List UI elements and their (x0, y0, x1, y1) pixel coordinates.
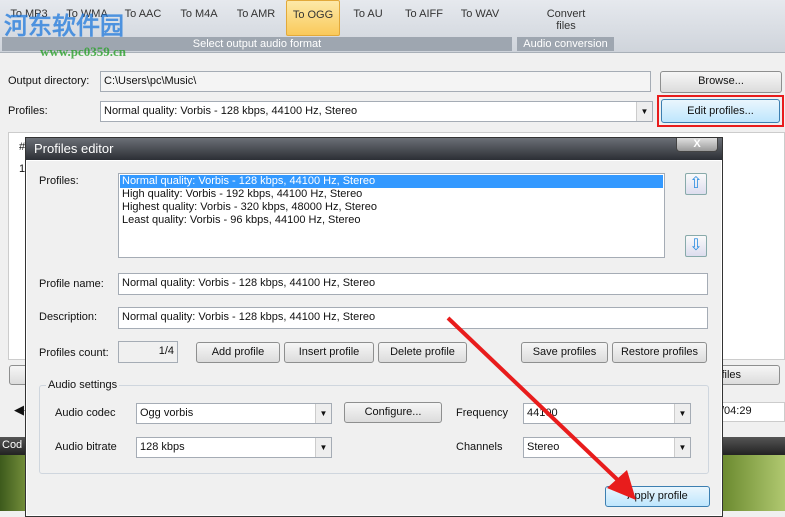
annotation-arrow (446, 316, 636, 500)
arrow-shaft (446, 316, 624, 486)
